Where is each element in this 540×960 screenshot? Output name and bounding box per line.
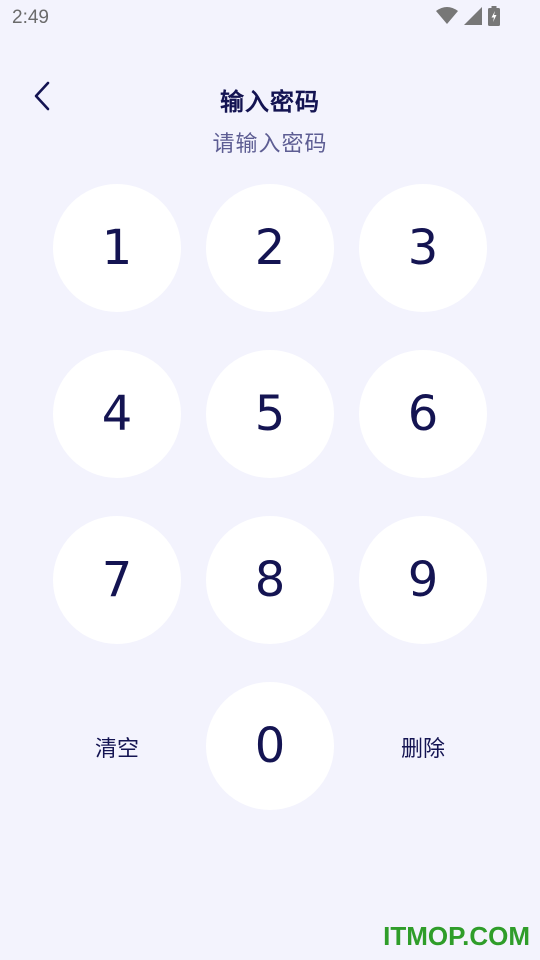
status-bar: 2:49 xyxy=(0,0,540,36)
key-9[interactable]: 9 xyxy=(359,516,487,644)
key-3[interactable]: 3 xyxy=(359,184,487,312)
key-0[interactable]: 0 xyxy=(206,682,334,810)
key-1[interactable]: 1 xyxy=(53,184,181,312)
page-title: 输入密码 xyxy=(220,88,320,116)
battery-charging-icon xyxy=(488,6,500,30)
cellular-signal-icon xyxy=(464,7,482,29)
key-7[interactable]: 7 xyxy=(53,516,181,644)
delete-button[interactable]: 删除 xyxy=(359,727,487,767)
watermark: ITMOP.COM xyxy=(383,921,530,951)
page-subtitle: 请输入密码 xyxy=(212,132,328,157)
status-icons xyxy=(436,6,500,30)
key-6[interactable]: 6 xyxy=(359,350,487,478)
clear-button[interactable]: 清空 xyxy=(53,727,181,767)
status-time: 2:49 xyxy=(12,7,49,28)
key-4[interactable]: 4 xyxy=(53,350,181,478)
key-2[interactable]: 2 xyxy=(206,184,334,312)
key-8[interactable]: 8 xyxy=(206,516,334,644)
wifi-icon xyxy=(436,7,458,29)
key-5[interactable]: 5 xyxy=(206,350,334,478)
